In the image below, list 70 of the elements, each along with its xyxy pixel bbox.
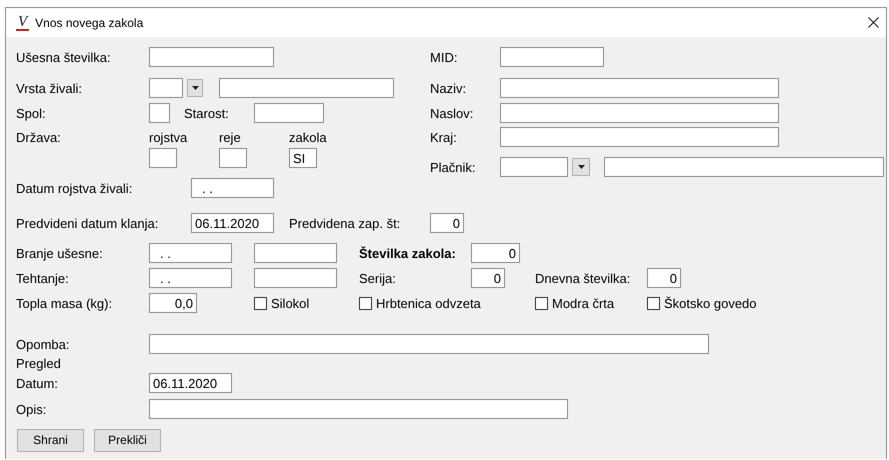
field-label: Ušesna številka: (16, 50, 112, 64)
column-label: rojstva (149, 130, 188, 144)
number-field[interactable]: 0,0 (149, 293, 197, 313)
close-icon[interactable] (868, 17, 879, 28)
field-label: Opis: (16, 402, 48, 416)
input-field[interactable] (149, 399, 568, 419)
input-field[interactable] (500, 127, 779, 147)
number-field[interactable]: 0 (647, 268, 681, 288)
date-field[interactable]: . . (191, 178, 274, 198)
field-label: Številka zakola: (359, 246, 457, 260)
field-label: Datum rojstva živali: (16, 180, 134, 196)
field-label: Topla masa (kg): (16, 296, 114, 310)
checkbox-label: Modra črta (552, 296, 614, 310)
field-label: Naslov: (430, 106, 474, 120)
date-field[interactable]: . . (149, 243, 232, 263)
input-field[interactable] (149, 148, 177, 168)
input-field[interactable] (500, 103, 779, 123)
field-label: Vrsta živali: (16, 80, 83, 96)
input-field[interactable] (149, 47, 274, 67)
field-label: Plačnik: (430, 160, 477, 174)
checkbox[interactable] (647, 296, 660, 310)
field-label: Tehtanje: (16, 270, 70, 286)
input-field[interactable] (149, 78, 183, 98)
caret-icon (192, 86, 198, 90)
checkbox[interactable] (535, 296, 548, 310)
section-label: Pregled (16, 356, 61, 370)
field-label: Serija: (359, 270, 397, 286)
checkbox[interactable] (359, 296, 372, 310)
field-label: Država: (16, 130, 62, 144)
dialog-button[interactable]: Prekliči (94, 428, 161, 452)
field-label: Naziv: (430, 80, 468, 96)
field-label: Branje ušesne: (16, 246, 104, 260)
input-field[interactable]: SI (289, 148, 317, 168)
field-label: Datum: (16, 376, 59, 390)
column-label: reje (219, 130, 242, 144)
input-field[interactable] (219, 148, 247, 168)
number-field[interactable]: 0 (471, 243, 520, 263)
checkbox-label: Silokol (271, 296, 310, 310)
input-field[interactable] (254, 268, 337, 288)
dropdown-button[interactable] (572, 158, 590, 176)
input-field[interactable] (254, 243, 337, 263)
number-field[interactable]: 0 (430, 213, 464, 233)
input-field[interactable] (219, 78, 394, 98)
date-field[interactable]: 06.11.2020 (149, 373, 232, 393)
dialog-button[interactable]: Shrani (17, 428, 84, 452)
date-field[interactable]: . . (149, 268, 232, 288)
number-field[interactable]: 0 (471, 268, 505, 288)
input-field[interactable] (149, 103, 170, 123)
field-label: Opomba: (16, 336, 70, 352)
caret-icon (578, 165, 584, 169)
input-field[interactable] (500, 157, 568, 177)
input-field[interactable] (149, 334, 709, 354)
field-label: Kraj: (430, 130, 458, 144)
field-label: Predvideni datum klanja: (16, 216, 160, 230)
field-label: Starost: (184, 106, 230, 120)
checkbox[interactable] (254, 296, 267, 310)
field-label: Predvidena zap. št: (289, 216, 402, 230)
field-label: MID: (430, 50, 458, 64)
dropdown-button[interactable] (187, 79, 203, 97)
checkbox-label: Škotsko govedo (664, 296, 757, 310)
field-label: Dnevna številka: (535, 270, 632, 286)
input-field[interactable] (500, 47, 604, 67)
input-field[interactable] (254, 103, 324, 123)
input-field[interactable] (500, 78, 779, 98)
input-field[interactable] (604, 157, 884, 177)
field-label: Spol: (16, 106, 47, 120)
checkbox-label: Hrbtenica odvzeta (376, 296, 481, 310)
column-label: zakola (289, 130, 328, 144)
window-title: Vnos novega zakola (35, 16, 144, 30)
date-field[interactable]: 06.11.2020 (191, 213, 274, 233)
